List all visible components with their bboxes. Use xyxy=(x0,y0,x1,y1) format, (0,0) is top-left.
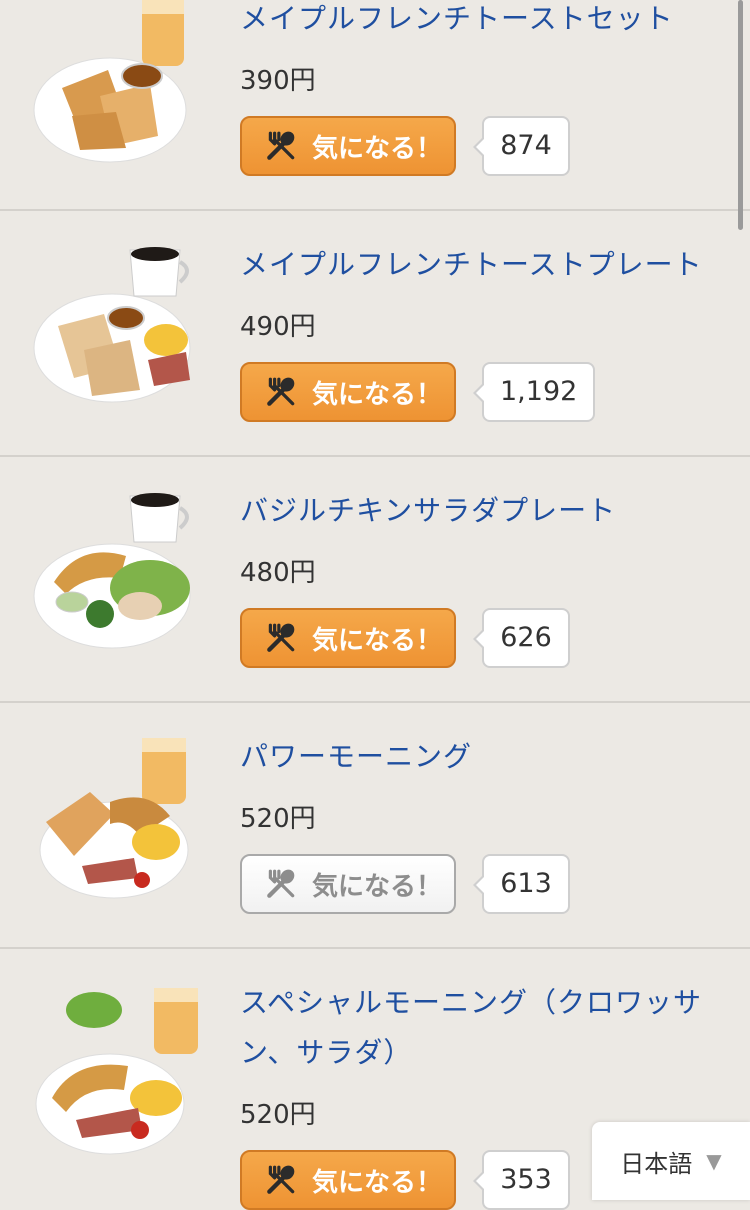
interest-button-label: 気になる！ xyxy=(312,871,443,902)
menu-item-name[interactable]: パワーモーニング xyxy=(240,732,710,782)
interest-button[interactable]: 気になる！ xyxy=(240,854,456,914)
basil-chicken-plate-image[interactable] xyxy=(30,486,210,666)
interest-button[interactable]: 気になる！ xyxy=(240,116,456,176)
fork-spoon-icon xyxy=(267,131,295,160)
french-toast-plate-image[interactable] xyxy=(30,240,210,420)
power-morning-image[interactable] xyxy=(30,732,210,912)
interest-button[interactable]: 気になる！ xyxy=(240,1150,456,1210)
interest-count: 353 xyxy=(473,1150,570,1210)
interest-count: 1,192 xyxy=(472,362,596,422)
fork-spoon-icon xyxy=(267,623,295,652)
interest-button-label: 気になる！ xyxy=(312,133,443,164)
menu-item-price: 520円 xyxy=(240,804,316,834)
special-morning-image[interactable] xyxy=(30,980,210,1160)
interest-button[interactable]: 気になる！ xyxy=(240,362,456,422)
triangle-down-icon: ▼ xyxy=(706,1149,722,1173)
menu-item-price: 520円 xyxy=(240,1100,316,1130)
fork-spoon-icon xyxy=(267,377,295,406)
divider xyxy=(0,701,750,703)
fork-spoon-icon xyxy=(267,869,295,898)
fork-spoon-icon xyxy=(267,1165,295,1194)
menu-item-price: 390円 xyxy=(240,66,316,96)
menu-item-name[interactable]: メイプルフレンチトーストプレート xyxy=(240,240,710,290)
interest-count: 613 xyxy=(473,854,570,914)
language-label: 日本語 xyxy=(620,1149,693,1178)
menu-item-name[interactable]: バジルチキンサラダプレート xyxy=(240,486,710,536)
interest-button[interactable]: 気になる！ xyxy=(240,608,456,668)
scrollbar[interactable] xyxy=(738,0,743,230)
interest-count: 626 xyxy=(473,608,570,668)
menu-item-price: 480円 xyxy=(240,558,316,588)
interest-button-label: 気になる！ xyxy=(312,379,443,410)
interest-button-label: 気になる！ xyxy=(312,625,443,656)
interest-count: 874 xyxy=(473,116,570,176)
divider xyxy=(0,455,750,457)
divider xyxy=(0,209,750,211)
divider xyxy=(0,947,750,949)
menu-item-price: 490円 xyxy=(240,312,316,342)
interest-button-label: 気になる！ xyxy=(312,1167,443,1198)
menu-item-name[interactable]: スペシャルモーニング（クロワッサン、サラダ） xyxy=(240,978,710,1078)
french-toast-set-image[interactable] xyxy=(30,0,210,180)
language-selector[interactable]: 日本語 ▼ xyxy=(592,1122,750,1200)
menu-item-name[interactable]: メイプルフレンチトーストセット xyxy=(240,0,710,44)
